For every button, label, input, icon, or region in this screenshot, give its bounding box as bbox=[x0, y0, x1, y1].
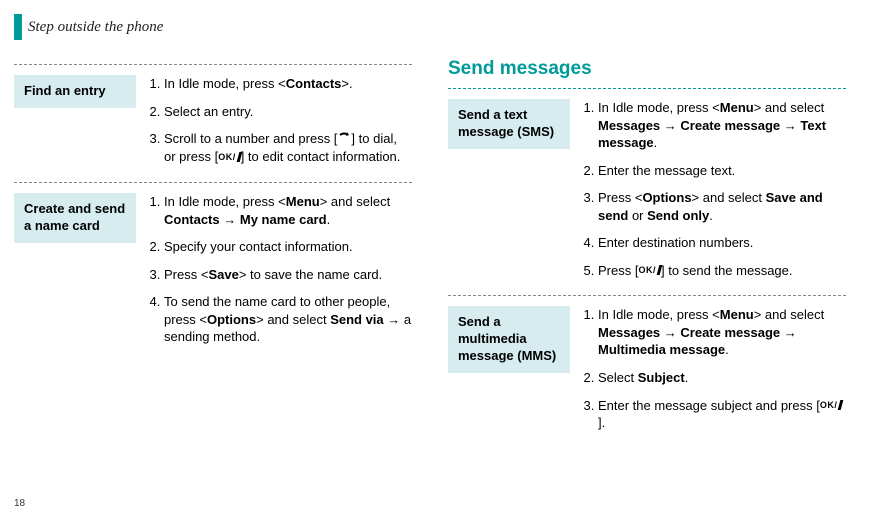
dial-icon bbox=[337, 131, 351, 149]
sms-label: Send a text message (SMS) bbox=[448, 99, 570, 149]
list-item: Press <Save> to save the name card. bbox=[164, 266, 412, 284]
header-title: Step outside the phone bbox=[28, 19, 163, 36]
header-accent-bar bbox=[14, 14, 22, 40]
ok-icon: OK/ bbox=[820, 399, 843, 411]
content-columns: Find an entry In Idle mode, press <Conta… bbox=[14, 58, 846, 442]
list-item: In Idle mode, press <Contacts>. bbox=[164, 75, 412, 93]
list-item: In Idle mode, press <Menu> and select Co… bbox=[164, 193, 412, 228]
list-item: To send the name card to other people, p… bbox=[164, 293, 412, 346]
divider bbox=[14, 182, 412, 183]
sms-steps: In Idle mode, press <Menu> and select Me… bbox=[570, 99, 846, 289]
sms-block: Send a text message (SMS) In Idle mode, … bbox=[448, 99, 846, 289]
send-messages-title: Send messages bbox=[448, 58, 846, 80]
divider bbox=[448, 88, 846, 89]
list-item: Scroll to a number and press [] to dial,… bbox=[164, 130, 412, 166]
list-item: Enter the message text. bbox=[598, 162, 846, 180]
list-item: Select an entry. bbox=[164, 103, 412, 121]
find-entry-label: Find an entry bbox=[14, 75, 136, 108]
page: Step outside the phone Find an entry In … bbox=[0, 0, 874, 519]
find-entry-block: Find an entry In Idle mode, press <Conta… bbox=[14, 75, 412, 176]
find-entry-steps: In Idle mode, press <Contacts>. Select a… bbox=[136, 75, 412, 176]
page-number: 18 bbox=[14, 498, 25, 509]
mms-block: Send a multimedia message (MMS) In Idle … bbox=[448, 306, 846, 441]
divider bbox=[14, 64, 412, 65]
ok-icon: OK/ bbox=[218, 151, 241, 163]
list-item: Press [OK/] to send the message. bbox=[598, 262, 846, 280]
list-item: Enter destination numbers. bbox=[598, 234, 846, 252]
list-item: Select Subject. bbox=[598, 369, 846, 387]
name-card-block: Create and send a name card In Idle mode… bbox=[14, 193, 412, 356]
right-column: Send messages Send a text message (SMS) … bbox=[448, 58, 846, 442]
name-card-label: Create and send a name card bbox=[14, 193, 136, 243]
mms-label: Send a multimedia message (MMS) bbox=[448, 306, 570, 373]
list-item: Press <Options> and select Save and send… bbox=[598, 189, 846, 224]
divider bbox=[448, 295, 846, 296]
list-item: Enter the message subject and press [OK/… bbox=[598, 397, 846, 432]
mms-steps: In Idle mode, press <Menu> and select Me… bbox=[570, 306, 846, 441]
ok-icon: OK/ bbox=[638, 264, 661, 276]
name-card-steps: In Idle mode, press <Menu> and select Co… bbox=[136, 193, 412, 356]
list-item: Specify your contact information. bbox=[164, 238, 412, 256]
left-column: Find an entry In Idle mode, press <Conta… bbox=[14, 58, 412, 442]
list-item: In Idle mode, press <Menu> and select Me… bbox=[598, 306, 846, 359]
page-header: Step outside the phone bbox=[14, 14, 846, 40]
list-item: In Idle mode, press <Menu> and select Me… bbox=[598, 99, 846, 152]
